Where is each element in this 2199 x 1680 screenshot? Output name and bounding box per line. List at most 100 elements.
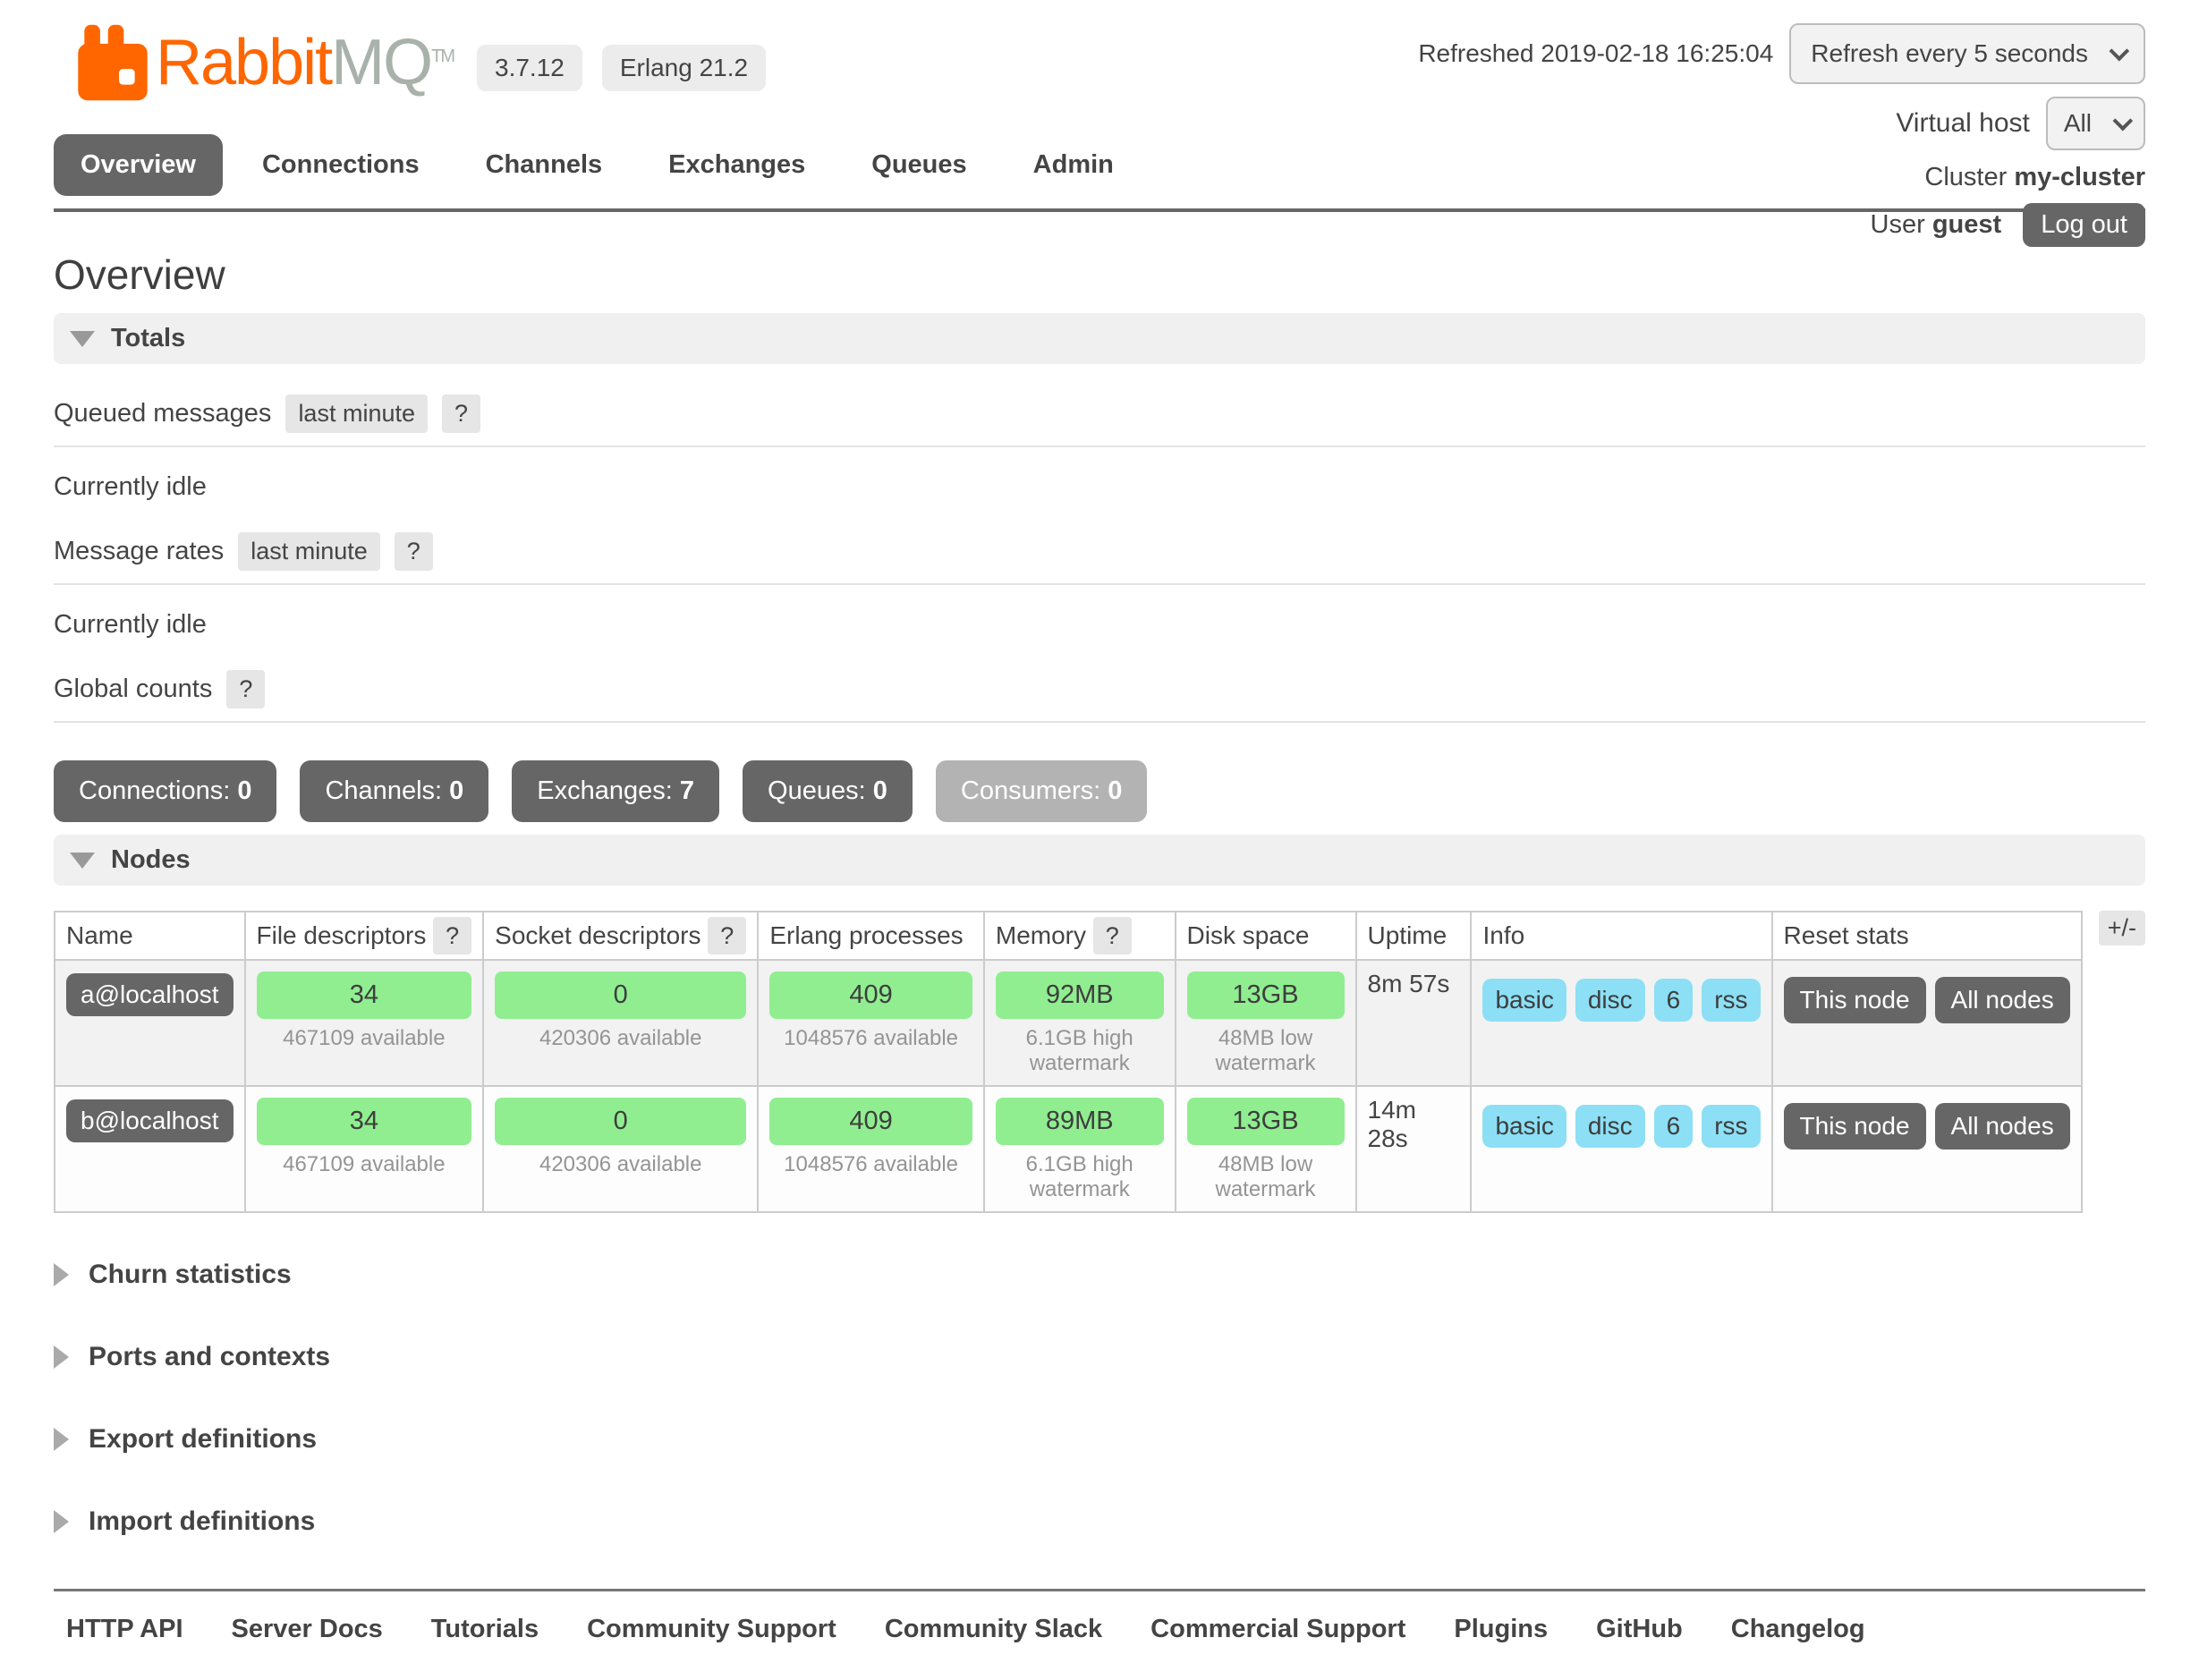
- exchanges-count-label: Exchanges:: [537, 776, 673, 805]
- queued-messages-row: Queued messages last minute ?: [54, 395, 2145, 447]
- disk-space-bar: 13GB: [1187, 1098, 1345, 1145]
- info-badge-disc: disc: [1575, 979, 1645, 1022]
- exchanges-count-value: 7: [680, 776, 694, 805]
- queues-count-button[interactable]: Queues: 0: [743, 760, 913, 822]
- erlang-processes-sub: 1048576 available: [769, 1152, 972, 1177]
- reset-this-node-button[interactable]: This node: [1784, 977, 1926, 1023]
- footer-link-community-support[interactable]: Community Support: [587, 1615, 836, 1644]
- memory-cell: 92MB 6.1GB high watermark: [984, 960, 1176, 1086]
- col-header-file-descriptors: File descriptors ?: [245, 912, 484, 960]
- global-counts-buttons: Connections: 0 Channels: 0 Exchanges: 7 …: [54, 760, 2145, 822]
- disk-space-sub: 48MB low watermark: [1187, 1152, 1345, 1202]
- reset-stats-cell: This node All nodes: [1772, 1086, 2082, 1212]
- user-label: User: [1871, 210, 1925, 239]
- info-badge-disc: disc: [1575, 1105, 1645, 1148]
- expand-arrow-icon: [54, 1510, 69, 1533]
- footer-link-commercial-support[interactable]: Commercial Support: [1150, 1615, 1405, 1644]
- rates-help-icon[interactable]: ?: [395, 532, 433, 571]
- node-name-badge[interactable]: a@localhost: [66, 973, 233, 1016]
- col-header-label: Socket descriptors: [495, 921, 700, 949]
- uptime-cell: 8m 57s: [1356, 960, 1472, 1086]
- column-toggle-button[interactable]: +/-: [2099, 911, 2145, 946]
- disk-space-bar: 13GB: [1187, 972, 1345, 1019]
- file-descriptors-help-icon[interactable]: ?: [433, 917, 471, 955]
- section-export-definitions[interactable]: Export definitions: [54, 1424, 2145, 1455]
- col-header-erlang-processes: Erlang processes: [758, 912, 984, 960]
- queued-help-icon[interactable]: ?: [442, 395, 480, 433]
- queues-count-label: Queues:: [768, 776, 866, 805]
- info-cell: basic disc 6 rss: [1471, 960, 1771, 1086]
- section-import-definitions[interactable]: Import definitions: [54, 1506, 2145, 1537]
- node-row-b-localhost: b@localhost 34 467109 available 0 420306…: [55, 1086, 2082, 1212]
- tab-overview[interactable]: Overview: [54, 134, 223, 196]
- col-header-name: Name: [55, 912, 245, 960]
- refreshed-timestamp: Refreshed 2019-02-18 16:25:04: [1418, 39, 1773, 68]
- tab-channels[interactable]: Channels: [459, 134, 630, 196]
- footer-link-server-docs[interactable]: Server Docs: [232, 1615, 383, 1644]
- logout-button[interactable]: Log out: [2023, 203, 2145, 247]
- consumers-count-button[interactable]: Consumers: 0: [936, 760, 1148, 822]
- virtual-host-value: All: [2064, 109, 2092, 138]
- message-rates-label: Message rates: [54, 537, 224, 566]
- col-header-disk-space: Disk space: [1176, 912, 1356, 960]
- footer: HTTP API Server Docs Tutorials Community…: [54, 1589, 2145, 1680]
- queued-idle-text: Currently idle: [54, 472, 2145, 502]
- info-badge-basic: basic: [1482, 1105, 1566, 1148]
- global-help-icon[interactable]: ?: [226, 670, 265, 708]
- section-label: Import definitions: [89, 1506, 315, 1537]
- exchanges-count-button[interactable]: Exchanges: 7: [512, 760, 719, 822]
- col-header-info: Info: [1471, 912, 1771, 960]
- footer-link-github[interactable]: GitHub: [1596, 1615, 1683, 1644]
- expand-arrow-icon: [54, 1428, 69, 1451]
- page-title: Overview: [54, 250, 2145, 299]
- rates-period-badge[interactable]: last minute: [238, 532, 380, 571]
- node-name-badge[interactable]: b@localhost: [66, 1099, 233, 1142]
- reset-all-nodes-button[interactable]: All nodes: [1935, 1103, 2070, 1150]
- memory-help-icon[interactable]: ?: [1093, 917, 1132, 955]
- footer-link-changelog[interactable]: Changelog: [1731, 1615, 1865, 1644]
- info-cell: basic disc 6 rss: [1471, 1086, 1771, 1212]
- file-descriptors-cell: 34 467109 available: [245, 1086, 484, 1212]
- nodes-table: Name File descriptors ? Socket descripto…: [54, 911, 2083, 1213]
- consumers-count-label: Consumers:: [961, 776, 1100, 805]
- nodes-section-title: Nodes: [111, 845, 191, 875]
- refresh-interval-value: Refresh every 5 seconds: [1811, 39, 2088, 68]
- info-badge-basic: basic: [1482, 979, 1566, 1022]
- tab-exchanges[interactable]: Exchanges: [641, 134, 832, 196]
- reset-all-nodes-button[interactable]: All nodes: [1935, 977, 2070, 1023]
- connections-count-button[interactable]: Connections: 0: [54, 760, 276, 822]
- connections-count-value: 0: [237, 776, 251, 805]
- memory-cell: 89MB 6.1GB high watermark: [984, 1086, 1176, 1212]
- footer-link-community-slack[interactable]: Community Slack: [885, 1615, 1102, 1644]
- erlang-processes-cell: 409 1048576 available: [758, 1086, 984, 1212]
- file-descriptors-bar: 34: [257, 1098, 472, 1145]
- nodes-section-header[interactable]: Nodes: [54, 835, 2145, 886]
- totals-section-title: Totals: [111, 324, 185, 353]
- collapsed-sections: Churn statistics Ports and contexts Expo…: [54, 1260, 2145, 1537]
- info-badge-rss: rss: [1702, 979, 1760, 1022]
- col-header-label: Disk space: [1187, 921, 1310, 949]
- section-churn-statistics[interactable]: Churn statistics: [54, 1260, 2145, 1290]
- footer-link-tutorials[interactable]: Tutorials: [431, 1615, 539, 1644]
- file-descriptors-sub: 467109 available: [257, 1026, 472, 1051]
- erlang-processes-sub: 1048576 available: [769, 1026, 972, 1051]
- erlang-version-badge: Erlang 21.2: [602, 45, 766, 91]
- tab-queues[interactable]: Queues: [845, 134, 993, 196]
- col-header-memory: Memory ?: [984, 912, 1176, 960]
- col-header-reset-stats: Reset stats: [1772, 912, 2082, 960]
- footer-link-http-api[interactable]: HTTP API: [66, 1615, 183, 1644]
- socket-descriptors-help-icon[interactable]: ?: [708, 917, 746, 955]
- node-row-a-localhost: a@localhost 34 467109 available 0 420306…: [55, 960, 2082, 1086]
- rabbitmq-logo[interactable]: RabbitMQTM: [73, 23, 454, 102]
- tab-connections[interactable]: Connections: [235, 134, 446, 196]
- virtual-host-select[interactable]: All: [2046, 97, 2145, 150]
- tab-admin[interactable]: Admin: [1006, 134, 1141, 196]
- queued-period-badge[interactable]: last minute: [285, 395, 428, 433]
- section-ports-and-contexts[interactable]: Ports and contexts: [54, 1342, 2145, 1372]
- totals-section-header[interactable]: Totals: [54, 313, 2145, 364]
- logo-text: RabbitMQTM: [156, 26, 454, 99]
- channels-count-button[interactable]: Channels: 0: [300, 760, 488, 822]
- reset-this-node-button[interactable]: This node: [1784, 1103, 1926, 1150]
- refresh-interval-select[interactable]: Refresh every 5 seconds: [1789, 23, 2145, 84]
- footer-link-plugins[interactable]: Plugins: [1454, 1615, 1548, 1644]
